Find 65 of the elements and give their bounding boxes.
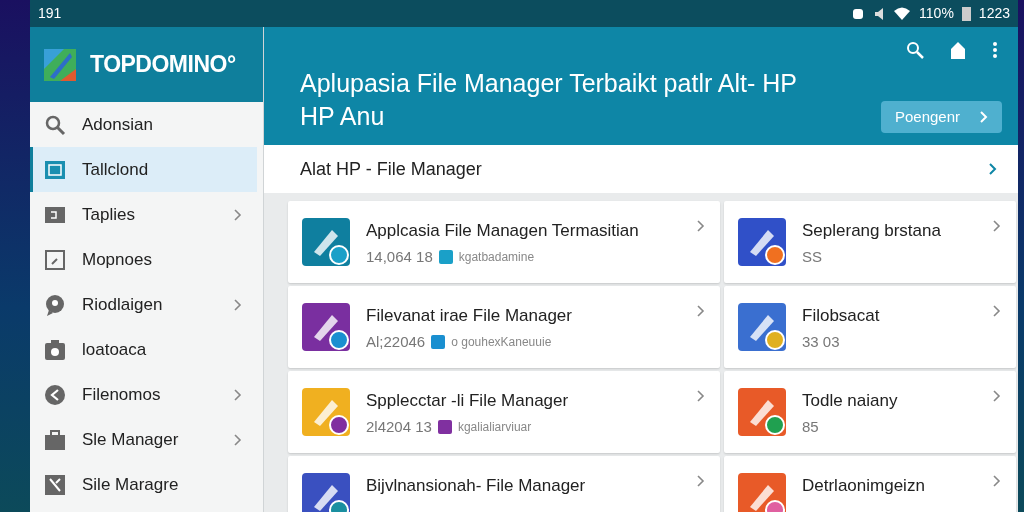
chevron-right-icon — [990, 218, 1002, 234]
sidebar-item[interactable]: Sile Maragre — [30, 462, 257, 507]
more-icon[interactable] — [992, 41, 998, 59]
screen-icon — [44, 158, 66, 181]
sidebar-item[interactable]: Adonsian — [30, 102, 257, 147]
logo-icon — [42, 46, 78, 83]
app-card[interactable]: Bijvlnansionah- File Manager — [288, 456, 720, 512]
sidebar-item[interactable]: Filenomos — [30, 372, 257, 417]
app-card[interactable]: Filobsacat 33 03 — [724, 286, 1016, 368]
note-icon — [44, 248, 66, 271]
sidebar-item[interactable]: Mopnoes — [30, 237, 257, 282]
app-meta: 85 — [802, 416, 819, 437]
status-text: 191 — [38, 4, 62, 23]
app-card[interactable]: Detrlaonimgeizn — [724, 456, 1016, 512]
briefcase-icon — [44, 428, 66, 451]
wifi-icon — [893, 6, 912, 21]
chevron-right-icon — [694, 303, 706, 319]
app-card[interactable]: Seplerang brstana SS — [724, 201, 1016, 283]
camera-icon — [44, 338, 66, 361]
app-meta: 33 03 — [802, 331, 840, 352]
chevron-right-icon — [694, 473, 706, 489]
app-card[interactable]: Todle naiany 85 — [724, 371, 1016, 453]
app-title: Bijvlnansionah- File Manager — [366, 475, 587, 497]
breadcrumb-text: Alat HP - File Manager — [300, 157, 483, 181]
chevron-right-icon — [990, 303, 1002, 319]
sidebar-item[interactable]: loatoaca — [30, 327, 257, 372]
app-tag: o gouhexKaneuuie — [451, 332, 552, 351]
search-icon[interactable] — [906, 41, 924, 59]
clock-text: 1223 — [978, 4, 1010, 23]
notification-icon — [851, 6, 866, 21]
home-icon[interactable] — [950, 41, 966, 59]
sidebar-item[interactable]: Taplies — [30, 192, 257, 237]
chevron-right-icon — [990, 473, 1002, 489]
app-meta: Al;22046 — [366, 331, 426, 352]
brand-name: TOPDOMINO° — [90, 50, 236, 80]
app-tag: kgalialiarviuar — [457, 417, 532, 436]
search-icon — [44, 113, 66, 136]
sidebar-item[interactable]: Sle Manager — [30, 417, 257, 462]
app-meta: 2l4204 13 — [366, 416, 432, 437]
app-title: Detrlaonimgeizn — [802, 475, 926, 497]
app-meta: SS — [802, 246, 822, 267]
app-title: Filobsacat — [802, 305, 881, 327]
battery-icon — [961, 6, 971, 21]
chevron-right-icon — [990, 388, 1002, 404]
sound-icon — [873, 6, 886, 21]
chevron-right-icon — [694, 218, 706, 234]
app-title: Applcasia File Managen Termasitian — [366, 220, 640, 242]
sidebar-item[interactable]: Riodlaigen — [30, 282, 257, 327]
app-title: Todle naiany — [802, 390, 899, 412]
app-title: Filevanat irae File Manager — [366, 305, 573, 327]
chevron-right-icon — [694, 388, 706, 404]
app-tag: kgatbadamine — [458, 247, 535, 266]
chevron-right-icon[interactable] — [988, 162, 998, 176]
chat-icon — [44, 293, 66, 316]
app-card[interactable]: Spplecctar -li File Manager 2l4204 13 kgalialiarviuar — [288, 371, 720, 453]
app-meta: 14,064 18 — [366, 246, 433, 267]
page-title: Aplupasia File Manager Terbaikt patlr Alt- HP HP Anu — [300, 68, 798, 132]
app-title: Seplerang brstana — [802, 220, 942, 242]
chevron-right-icon — [978, 110, 988, 124]
app-card[interactable]: Filevanat irae File Manager Al;22046 o gouhexKaneuuie — [288, 286, 720, 368]
app-title: Spplecctar -li File Manager — [366, 390, 570, 412]
crossed-box-icon — [44, 473, 66, 496]
battery-text: 110% — [919, 4, 954, 23]
app-card[interactable]: Applcasia File Managen Termasitian 14,064 18 kgatbadamine — [288, 201, 720, 283]
sidebar-item[interactable]: Tallclond — [30, 147, 257, 192]
